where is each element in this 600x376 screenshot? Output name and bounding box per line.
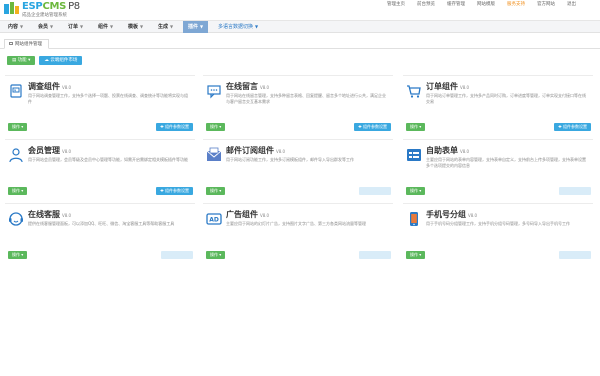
component-title: 在线留言 V8.0 [226, 82, 270, 91]
toolbar: ▤ 功能 ▾ ☁ 云端组件市场 [7, 56, 83, 65]
nav-item-component[interactable]: 组件 ▼ [98, 21, 113, 33]
nav-item-template[interactable]: 模板 ▼ [128, 21, 143, 33]
service-icon [9, 212, 23, 226]
component-card-order: 订单组件 V8.0 用于网站订单管理工作，支持多产品同时订购，订单进度等管理，订单… [403, 75, 593, 137]
component-description: 用于网站会员管理，会员等级及会员中心管理等功能，如需开启需绑定相关模板插件等功能 [28, 157, 188, 162]
component-title: 订单组件 V8.0 [426, 82, 470, 91]
component-title: 手机号分组 V8.0 [426, 210, 478, 219]
component-card-mail-subscribe: 邮件订阅组件 V8.0 用于网站订阅功能工作，支持多订阅模板组件，邮件导入导出群发… [203, 139, 393, 201]
component-card-guestbook: 在线留言 V8.0 用于网站在线留言管理，支持多种留言表格、回复提醒、留言多个地址… [203, 75, 393, 137]
operate-button[interactable]: 操作 ▾ [206, 251, 226, 259]
chevron-down-icon: ▼ [170, 24, 174, 29]
function-button[interactable]: ▤ 功能 ▾ [7, 56, 36, 65]
mail-icon [206, 147, 222, 161]
top-link-official[interactable]: 官方网站 [531, 2, 561, 8]
operate-button[interactable]: 操作 ▾ [206, 123, 226, 131]
component-description: 主要应用于网站的表单内容管理，支持表单自定义，支持前台上传多项管理，支持表单设置… [426, 157, 586, 168]
main-nav: 内容 ▼ 会员 ▼ 订单 ▼ 组件 ▼ 模板 ▼ 生成 ▼ 插件 ▼ 多语言数据切换 ▼ [0, 20, 600, 33]
tab-bar: 网站组件管理 [0, 39, 600, 49]
component-title: 在线客服 V8.0 [28, 210, 72, 219]
chevron-down-icon: ▼ [50, 24, 54, 29]
component-settings-button: 组件参数设置 [161, 251, 193, 259]
ad-icon: AD [206, 213, 222, 225]
message-icon [207, 85, 221, 99]
cloud-market-button[interactable]: ☁ 云端组件市场 [39, 56, 83, 65]
brand-logo[interactable]: ESPCMS P8 成品企业建站管理系统 [4, 2, 104, 18]
nav-item-member[interactable]: 会员 ▼ [38, 21, 53, 33]
component-settings-button: 组件参数设置 [559, 251, 591, 259]
operate-button[interactable]: 操作 ▾ [8, 123, 28, 131]
nav-item-generate[interactable]: 生成 ▼ [158, 21, 173, 33]
operate-button[interactable]: 操作 ▾ [206, 187, 226, 195]
component-title: 广告组件 V8.0 [226, 210, 270, 219]
phone-icon [410, 212, 418, 226]
language-switch[interactable]: 多语言数据切换 ▼ [218, 21, 258, 33]
component-card-online-service: 在线客服 V8.0 提供在线客服管理面板，可以添加QQ、旺旺、微信、淘宝客服工具等… [5, 203, 195, 265]
top-link-preview[interactable]: 前台预览 [411, 2, 441, 8]
component-description: 用于网站在线留言管理，支持多种留言表格、回复提醒、留言多个地址进行公共，满足企业… [226, 93, 386, 104]
component-settings-button: 组件参数设置 [559, 187, 591, 195]
component-settings-button: 组件参数设置 [359, 187, 391, 195]
chevron-down-icon: ▼ [110, 24, 114, 29]
top-link-logout[interactable]: 退出 [561, 2, 582, 8]
top-links: 管理主页 前台预览 缓存管理 网站模版 服务支持 官方网站 退出 [381, 2, 582, 8]
top-link-templates[interactable]: 网站模版 [471, 2, 501, 8]
nav-item-order[interactable]: 订单 ▼ [68, 21, 83, 33]
component-description: 用于网站调查管理工作，支持多个选择一项题、投票在线调查、调查统计等功能将实现与组… [28, 93, 188, 104]
component-card-phone-group: 手机号分组 V8.0 用于手机号码分组管理工作，支持手机分组号码管理，多号码导入导… [403, 203, 593, 265]
app-header: ESPCMS P8 成品企业建站管理系统 管理主页 前台预览 缓存管理 网站模版 … [0, 0, 600, 20]
form-icon [407, 149, 421, 161]
tab-component-management[interactable]: 网站组件管理 [4, 39, 49, 49]
logo-mark-icon [4, 2, 19, 14]
component-title: 调查组件 V8.0 [28, 82, 72, 91]
component-description: 用于网站订单管理工作，支持多产品同时订购，订单进度等管理，订单实现支付接口等在线… [426, 93, 586, 104]
member-icon [9, 148, 23, 163]
component-card-survey: ¥ 调查组件 V8.0 用于网站调查管理工作，支持多个选择一项题、投票在线调查、调… [5, 75, 195, 137]
top-link-support[interactable]: 服务支持 [501, 2, 531, 8]
component-card-advertising: AD 广告组件 V8.0 主要应用于网站的幻灯片广告，支持图片文字广告、第三方各类… [203, 203, 393, 265]
component-card-member: 会员管理 V8.0 用于网站会员管理，会员等级及会员中心管理等功能，如需开启需绑定… [5, 139, 195, 201]
component-settings-button[interactable]: ✚ 组件参数设置 [156, 187, 193, 195]
nav-item-content[interactable]: 内容 ▼ [8, 21, 23, 33]
component-settings-button[interactable]: ✚ 组件参数设置 [354, 123, 391, 131]
nav-item-plugins[interactable]: 插件 ▼ [183, 21, 209, 33]
component-description: 主要应用于网站的幻灯片广告，支持图片文字广告、第三方各类网站流量等管理 [226, 221, 366, 226]
cart-icon [407, 85, 421, 98]
top-link-home[interactable]: 管理主页 [381, 2, 411, 8]
operate-button[interactable]: 操作 ▾ [406, 251, 426, 259]
logo-subtitle: 成品企业建站管理系统 [22, 13, 67, 18]
component-title: 会员管理 V8.0 [28, 146, 72, 155]
chevron-down-icon: ▼ [80, 24, 84, 29]
operate-button[interactable]: 操作 ▾ [8, 187, 28, 195]
chevron-down-icon: ▼ [200, 24, 204, 29]
component-settings-button[interactable]: ✚ 组件参数设置 [554, 123, 591, 131]
component-description: 用于网站订阅功能工作，支持多订阅模板组件，邮件导入导出群发等工作 [226, 157, 354, 162]
chevron-down-icon: ▼ [255, 24, 259, 29]
chevron-down-icon: ▼ [140, 24, 144, 29]
survey-icon: ¥ [10, 84, 22, 98]
component-card-custom-form: 自助表单 V8.0 主要应用于网站的表单内容管理，支持表单自定义，支持前台上传多项… [403, 139, 593, 201]
operate-button[interactable]: 操作 ▾ [8, 251, 28, 259]
component-description: 提供在线客服管理面板，可以添加QQ、旺旺、微信、淘宝客服工具等帮助客服工具 [28, 221, 175, 226]
operate-button[interactable]: 操作 ▾ [406, 187, 426, 195]
component-settings-button: 组件参数设置 [359, 251, 391, 259]
component-description: 用于手机号码分组管理工作，支持手机分组号码管理，多号码导入导出手机号工作 [426, 221, 570, 226]
window-icon [9, 42, 13, 45]
component-title: 自助表单 V8.0 [426, 146, 470, 155]
operate-button[interactable]: 操作 ▾ [406, 123, 426, 131]
top-link-cache[interactable]: 缓存管理 [441, 2, 471, 8]
component-title: 邮件订阅组件 V8.0 [226, 146, 286, 155]
component-settings-button[interactable]: ✚ 组件参数设置 [156, 123, 193, 131]
svg-text:AD: AD [209, 217, 219, 224]
chevron-down-icon: ▼ [20, 24, 24, 29]
logo-wordmark: ESPCMS P8 [22, 1, 80, 12]
